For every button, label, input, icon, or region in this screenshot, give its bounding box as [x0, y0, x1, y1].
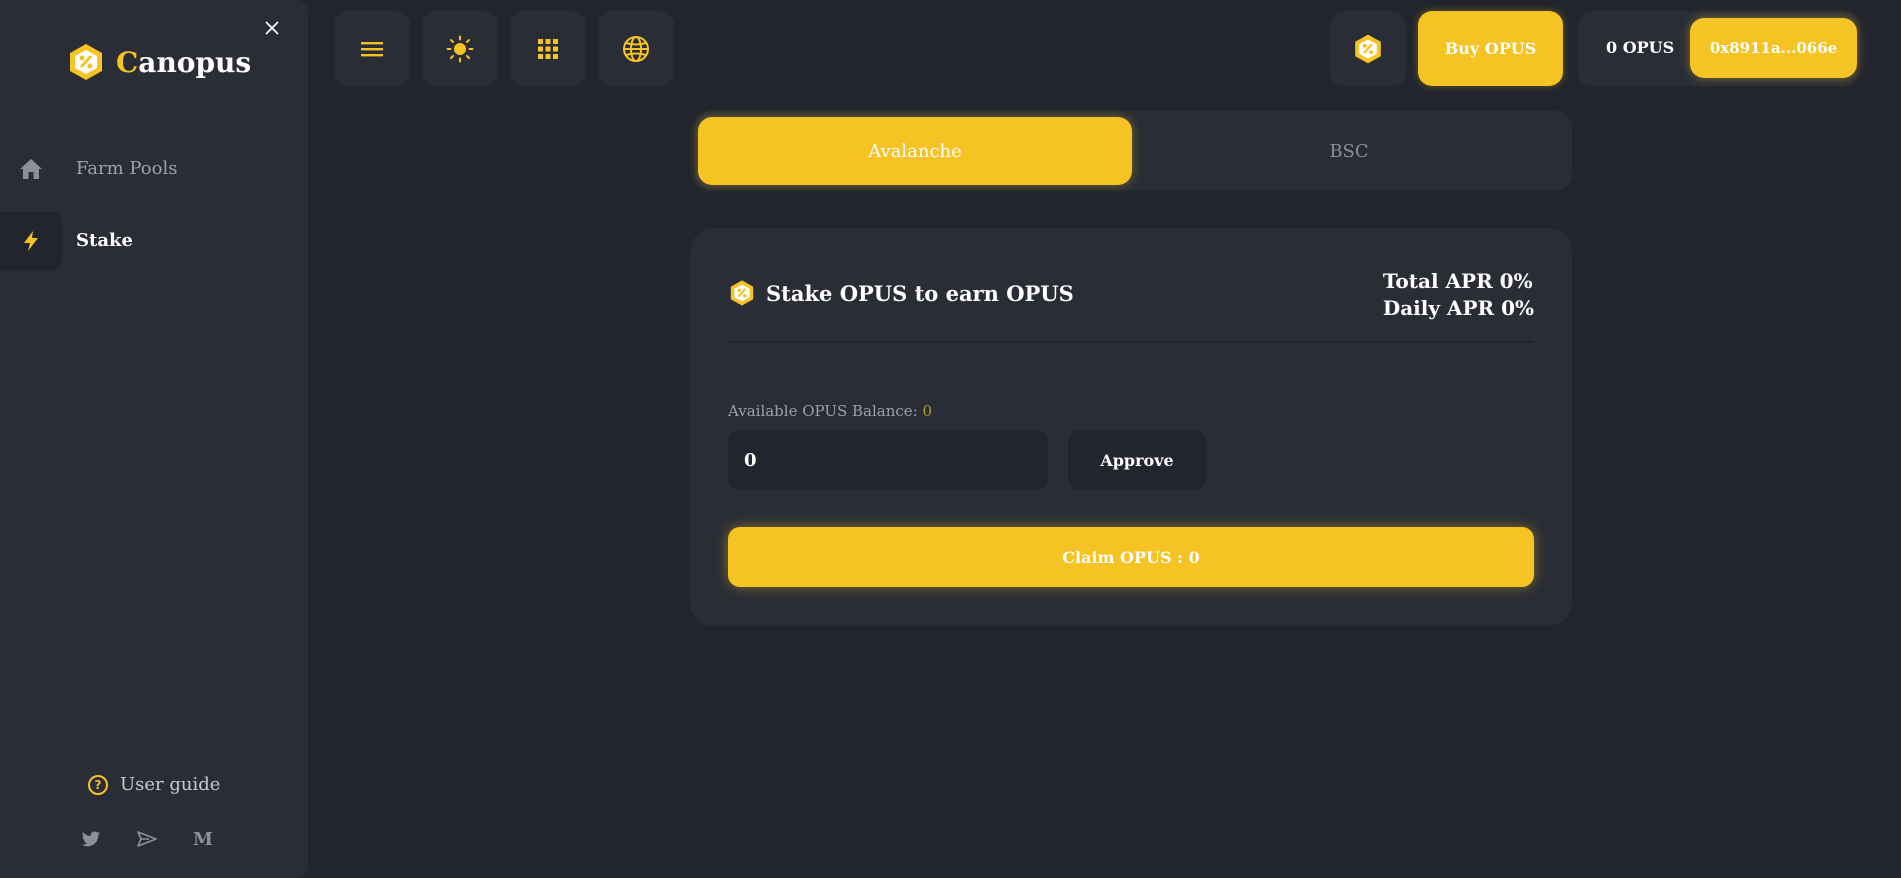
token-logo-button[interactable] [1330, 11, 1406, 86]
brand-name: Canopus [116, 45, 252, 79]
grid-icon [538, 38, 558, 59]
sidebar-item-farm-pools-label[interactable]: Farm Pools [76, 158, 177, 179]
sun-icon [446, 35, 474, 62]
stake-title: Stake OPUS to earn OPUS [766, 280, 1074, 306]
sidebar-item-farm-pools[interactable] [0, 140, 62, 198]
sidebar-item-stake[interactable] [0, 212, 62, 270]
sidebar-item-stake-label[interactable]: Stake [76, 230, 133, 251]
theme-toggle-button[interactable] [422, 11, 498, 86]
question-icon: ? [88, 774, 108, 795]
hamburger-icon [361, 41, 383, 56]
medium-icon[interactable]: M [192, 828, 214, 850]
daily-apr: Daily APR 0% [1382, 296, 1534, 320]
stake-card: Stake OPUS to earn OPUS Total APR 0% Dai… [690, 228, 1572, 626]
language-button[interactable] [598, 11, 674, 86]
close-icon [265, 21, 279, 35]
user-guide-label: User guide [120, 774, 221, 795]
claim-opus-button[interactable]: Claim OPUS : 0 [728, 527, 1534, 587]
close-sidebar-button[interactable] [262, 18, 282, 38]
approve-button[interactable]: Approve [1068, 430, 1206, 490]
twitter-icon[interactable] [80, 828, 102, 850]
wallet-address-button[interactable]: 0x8911a...066e [1690, 18, 1857, 78]
apr-info: Total APR 0% Daily APR 0% [1383, 268, 1534, 322]
sidebar: Canopus Farm Pools Stake ? User guide M [0, 0, 308, 878]
menu-button[interactable] [334, 11, 410, 86]
home-icon [20, 159, 42, 179]
tab-bsc[interactable]: BSC [1132, 117, 1566, 185]
divider [728, 341, 1534, 343]
network-toggle: Avalanche BSC [695, 111, 1572, 190]
user-guide-link[interactable]: ? User guide [88, 774, 220, 795]
lightning-icon [24, 231, 38, 251]
stake-amount-input[interactable] [728, 430, 1048, 490]
opus-balance: 0 OPUS [1606, 38, 1675, 57]
total-apr: Total APR 0% [1382, 269, 1533, 293]
stake-card-title: Stake OPUS to earn OPUS [728, 279, 1074, 307]
available-balance-value: 0 [922, 402, 933, 420]
opus-token-icon [730, 280, 754, 306]
social-links: M [80, 828, 248, 850]
opus-token-icon [1355, 34, 1381, 63]
available-balance-label: Available OPUS Balance: 0 [728, 402, 933, 420]
logo[interactable]: Canopus [66, 42, 251, 82]
globe-icon [623, 35, 649, 62]
apps-button[interactable] [510, 11, 586, 86]
buy-opus-button[interactable]: Buy OPUS [1418, 11, 1563, 86]
canopus-logo-icon [70, 44, 102, 80]
tab-avalanche[interactable]: Avalanche [698, 117, 1132, 185]
telegram-icon[interactable] [136, 828, 158, 850]
